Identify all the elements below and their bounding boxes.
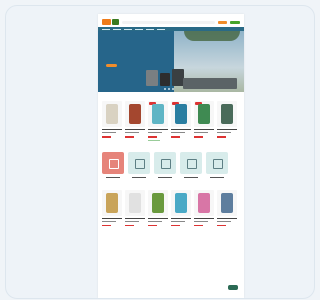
nav-item[interactable]: [102, 28, 110, 30]
logo-mark-green: [112, 19, 119, 25]
shop-page: [98, 14, 244, 298]
hero-mat: [183, 78, 237, 89]
product-carousel: [102, 101, 240, 141]
hero-banner[interactable]: [98, 31, 244, 92]
category-row: [102, 151, 240, 178]
hero-plant: [184, 31, 240, 41]
category-tile[interactable]: [128, 151, 150, 178]
site-logo[interactable]: [102, 19, 119, 26]
hero-cta-button[interactable]: [106, 64, 117, 67]
cart-button[interactable]: [230, 20, 240, 24]
nav-item[interactable]: [157, 28, 165, 30]
product-card[interactable]: [171, 101, 191, 141]
product-card[interactable]: [102, 189, 122, 226]
product-carousel: [102, 189, 240, 226]
product-section-1: [98, 101, 244, 141]
category-tile[interactable]: [102, 151, 124, 178]
product-card[interactable]: [171, 189, 191, 226]
product-card[interactable]: [148, 189, 168, 226]
account-button[interactable]: [218, 20, 227, 24]
site-header: [98, 17, 244, 27]
search-input[interactable]: [122, 20, 215, 24]
hero-litter-bin: [160, 73, 170, 86]
product-card[interactable]: [217, 101, 237, 141]
product-section-2: [98, 189, 244, 226]
category-tile[interactable]: [154, 151, 176, 178]
product-card[interactable]: [102, 101, 122, 141]
chat-button[interactable]: [228, 285, 238, 290]
logo-mark-orange: [102, 19, 111, 25]
category-tile[interactable]: [180, 151, 202, 178]
product-card[interactable]: [125, 101, 145, 141]
category-tile[interactable]: [206, 151, 228, 178]
carousel-dots[interactable]: [164, 88, 174, 90]
product-card[interactable]: [194, 101, 214, 141]
product-card[interactable]: [125, 189, 145, 226]
product-card[interactable]: [148, 101, 168, 141]
product-card[interactable]: [217, 189, 237, 226]
category-section: [98, 151, 244, 178]
product-card[interactable]: [194, 189, 214, 226]
nav-item[interactable]: [146, 28, 154, 30]
screenshot-frame: [5, 5, 315, 299]
hero-litter-bin: [146, 70, 158, 86]
nav-item[interactable]: [124, 28, 132, 30]
nav-item[interactable]: [113, 28, 121, 30]
nav-item[interactable]: [135, 28, 143, 30]
